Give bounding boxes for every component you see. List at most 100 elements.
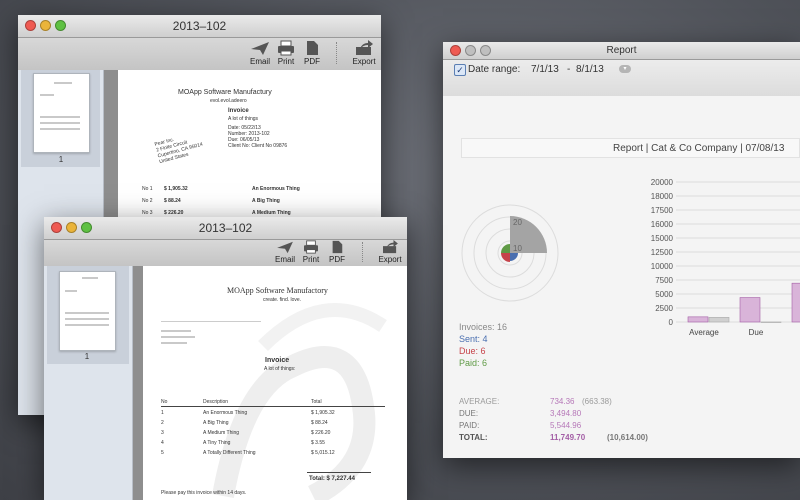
window-title: 2013–102 — [198, 221, 253, 235]
minimize-button[interactable] — [40, 20, 51, 31]
row-amount: $ 88.24 — [164, 198, 181, 204]
invoice-stats: Invoices: 16 Sent: 4 Due: 6 Paid: 6 — [459, 321, 507, 369]
summary-table: AVERAGE: 734.36 (663.38) DUE: 3,494.80 P… — [459, 396, 789, 444]
address-block — [161, 330, 191, 332]
company-tagline: create. find. love. — [263, 297, 302, 303]
row-desc: A Totally Different Thing — [203, 450, 256, 456]
company-name: MOApp Software Manufactory — [227, 286, 328, 295]
email-label: Email — [249, 57, 270, 66]
row-total: $ 5,015.12 — [311, 450, 335, 456]
window-title: Report — [606, 45, 637, 56]
pdf-label: PDF — [304, 57, 320, 66]
row-desc: An Enormous Thing — [252, 186, 300, 192]
summary-value: 5,544.96 — [550, 421, 582, 430]
date-range-menu-button[interactable]: ▾ — [619, 65, 631, 73]
export-button[interactable]: Export — [375, 240, 405, 264]
close-button[interactable] — [51, 222, 62, 233]
address-block: Pear Inc. 2 Finite Circuit Cupertino, CA… — [154, 130, 205, 165]
zoom-button[interactable] — [480, 45, 491, 56]
row-total: $ 1,905.32 — [311, 410, 335, 416]
row-total: $ 226.20 — [311, 430, 331, 436]
summary-row: PAID: 5,544.96 — [459, 420, 789, 432]
paper-plane-icon — [251, 42, 269, 55]
date-range-label: Date range: — [468, 64, 521, 75]
date-separator: - — [567, 64, 571, 75]
document-view: MOApp Software Manufactory create. find.… — [133, 266, 407, 500]
summary-row: DUE: 3,494.80 — [459, 408, 789, 420]
export-label: Export — [352, 57, 376, 66]
watermark-logo — [212, 303, 387, 500]
summary-value: 3,494.80 — [550, 409, 582, 418]
bar-average-0 — [687, 316, 709, 323]
table-row: 1 An Enormous Thing $ 1,905.32 — [161, 410, 385, 420]
close-button[interactable] — [25, 20, 36, 31]
y-tick-label: 2500 — [655, 304, 673, 313]
row-no: No 1 — [142, 186, 153, 192]
printer-icon — [304, 240, 318, 254]
window-controls — [25, 20, 66, 31]
y-tick-label: 7500 — [655, 276, 673, 285]
summary-extra: (10,614.00) — [607, 433, 648, 442]
front-document-window: 2013–102 Email Print PDF Export 1 MOApp … — [44, 217, 407, 500]
summary-label: TOTAL: — [459, 433, 488, 442]
pdf-document-icon — [332, 240, 343, 254]
report-titlebar: Report — [443, 42, 800, 60]
report-heading: Report | Cat & Co Company | 07/08/13 — [613, 143, 785, 154]
zoom-button[interactable] — [55, 20, 66, 31]
date-to[interactable]: 8/1/13 — [576, 64, 604, 75]
pdf-button[interactable]: PDF — [322, 240, 352, 264]
row-amount: $ 226.20 — [164, 210, 184, 216]
row-no: 4 — [161, 440, 164, 446]
window-controls — [51, 222, 92, 233]
table-row: 5 A Totally Different Thing $ 5,015.12 — [161, 450, 385, 460]
polar-label-20: 20 — [513, 218, 522, 227]
export-icon — [356, 40, 373, 55]
window-controls — [450, 45, 491, 56]
polar-label-10: 10 — [513, 244, 522, 253]
y-tick-label: 12500 — [651, 248, 674, 257]
date-from[interactable]: 7/1/13 — [531, 64, 559, 75]
thumbnail-page-number: 1 — [84, 352, 90, 361]
y-tick-label: 16000 — [651, 220, 674, 229]
minimize-button[interactable] — [465, 45, 476, 56]
pdf-button[interactable]: PDF — [297, 40, 327, 66]
export-button[interactable]: Export — [349, 40, 379, 66]
paper-plane-icon — [277, 241, 293, 254]
toolbar-separator — [336, 42, 338, 64]
summary-row: AVERAGE: 734.36 (663.38) — [459, 396, 789, 408]
close-button[interactable] — [450, 45, 461, 56]
page-thumbnail[interactable] — [33, 73, 90, 153]
small-print-line — [161, 321, 261, 322]
front-toolbar: Email Print PDF Export — [44, 240, 407, 267]
thumbnail-page-number: 1 — [58, 155, 64, 164]
report-toolbar: ✓ Date range: 7/1/13 - 8/1/13 ▾ — [443, 60, 800, 97]
bar-due-0 — [739, 297, 761, 323]
row-no: 2 — [161, 420, 164, 426]
row-no: No 3 — [142, 210, 153, 216]
table-header-rule — [161, 406, 385, 407]
summary-label: PAID: — [459, 421, 480, 430]
summary-label: DUE: — [459, 409, 479, 418]
table-row: 4 A Tiny Thing $ 3.55 — [161, 440, 385, 450]
printer-icon — [278, 40, 294, 56]
date-range-checkbox[interactable]: ✓ — [454, 64, 466, 76]
export-icon — [383, 240, 398, 254]
report-body: Report | Cat & Co Company | 07/08/13 20 … — [443, 96, 800, 458]
summary-label: AVERAGE: — [459, 397, 500, 406]
company-name: MOApp Software Manufactury — [178, 89, 272, 96]
line-items: 1 An Enormous Thing $ 1,905.32 2 A Big T… — [161, 410, 385, 460]
minimize-button[interactable] — [66, 222, 77, 233]
paid-count: Paid: 6 — [459, 358, 488, 368]
invoice-client: Client No: Client No 09876 — [228, 143, 288, 149]
row-total: $ 3.55 — [311, 440, 325, 446]
table-row: No 2 $ 88.24 A Big Thing — [142, 198, 372, 210]
polar-segment-due — [501, 253, 510, 262]
export-label: Export — [378, 255, 402, 264]
zoom-button[interactable] — [81, 222, 92, 233]
row-desc: An Enormous Thing — [203, 410, 248, 416]
row-desc: A Medium Thing — [203, 430, 240, 436]
y-tick-label: 0 — [669, 318, 674, 327]
row-no: No 2 — [142, 198, 153, 204]
page-thumbnail[interactable] — [59, 271, 116, 351]
table-row: No 1 $ 1,905.32 An Enormous Thing — [142, 186, 372, 198]
